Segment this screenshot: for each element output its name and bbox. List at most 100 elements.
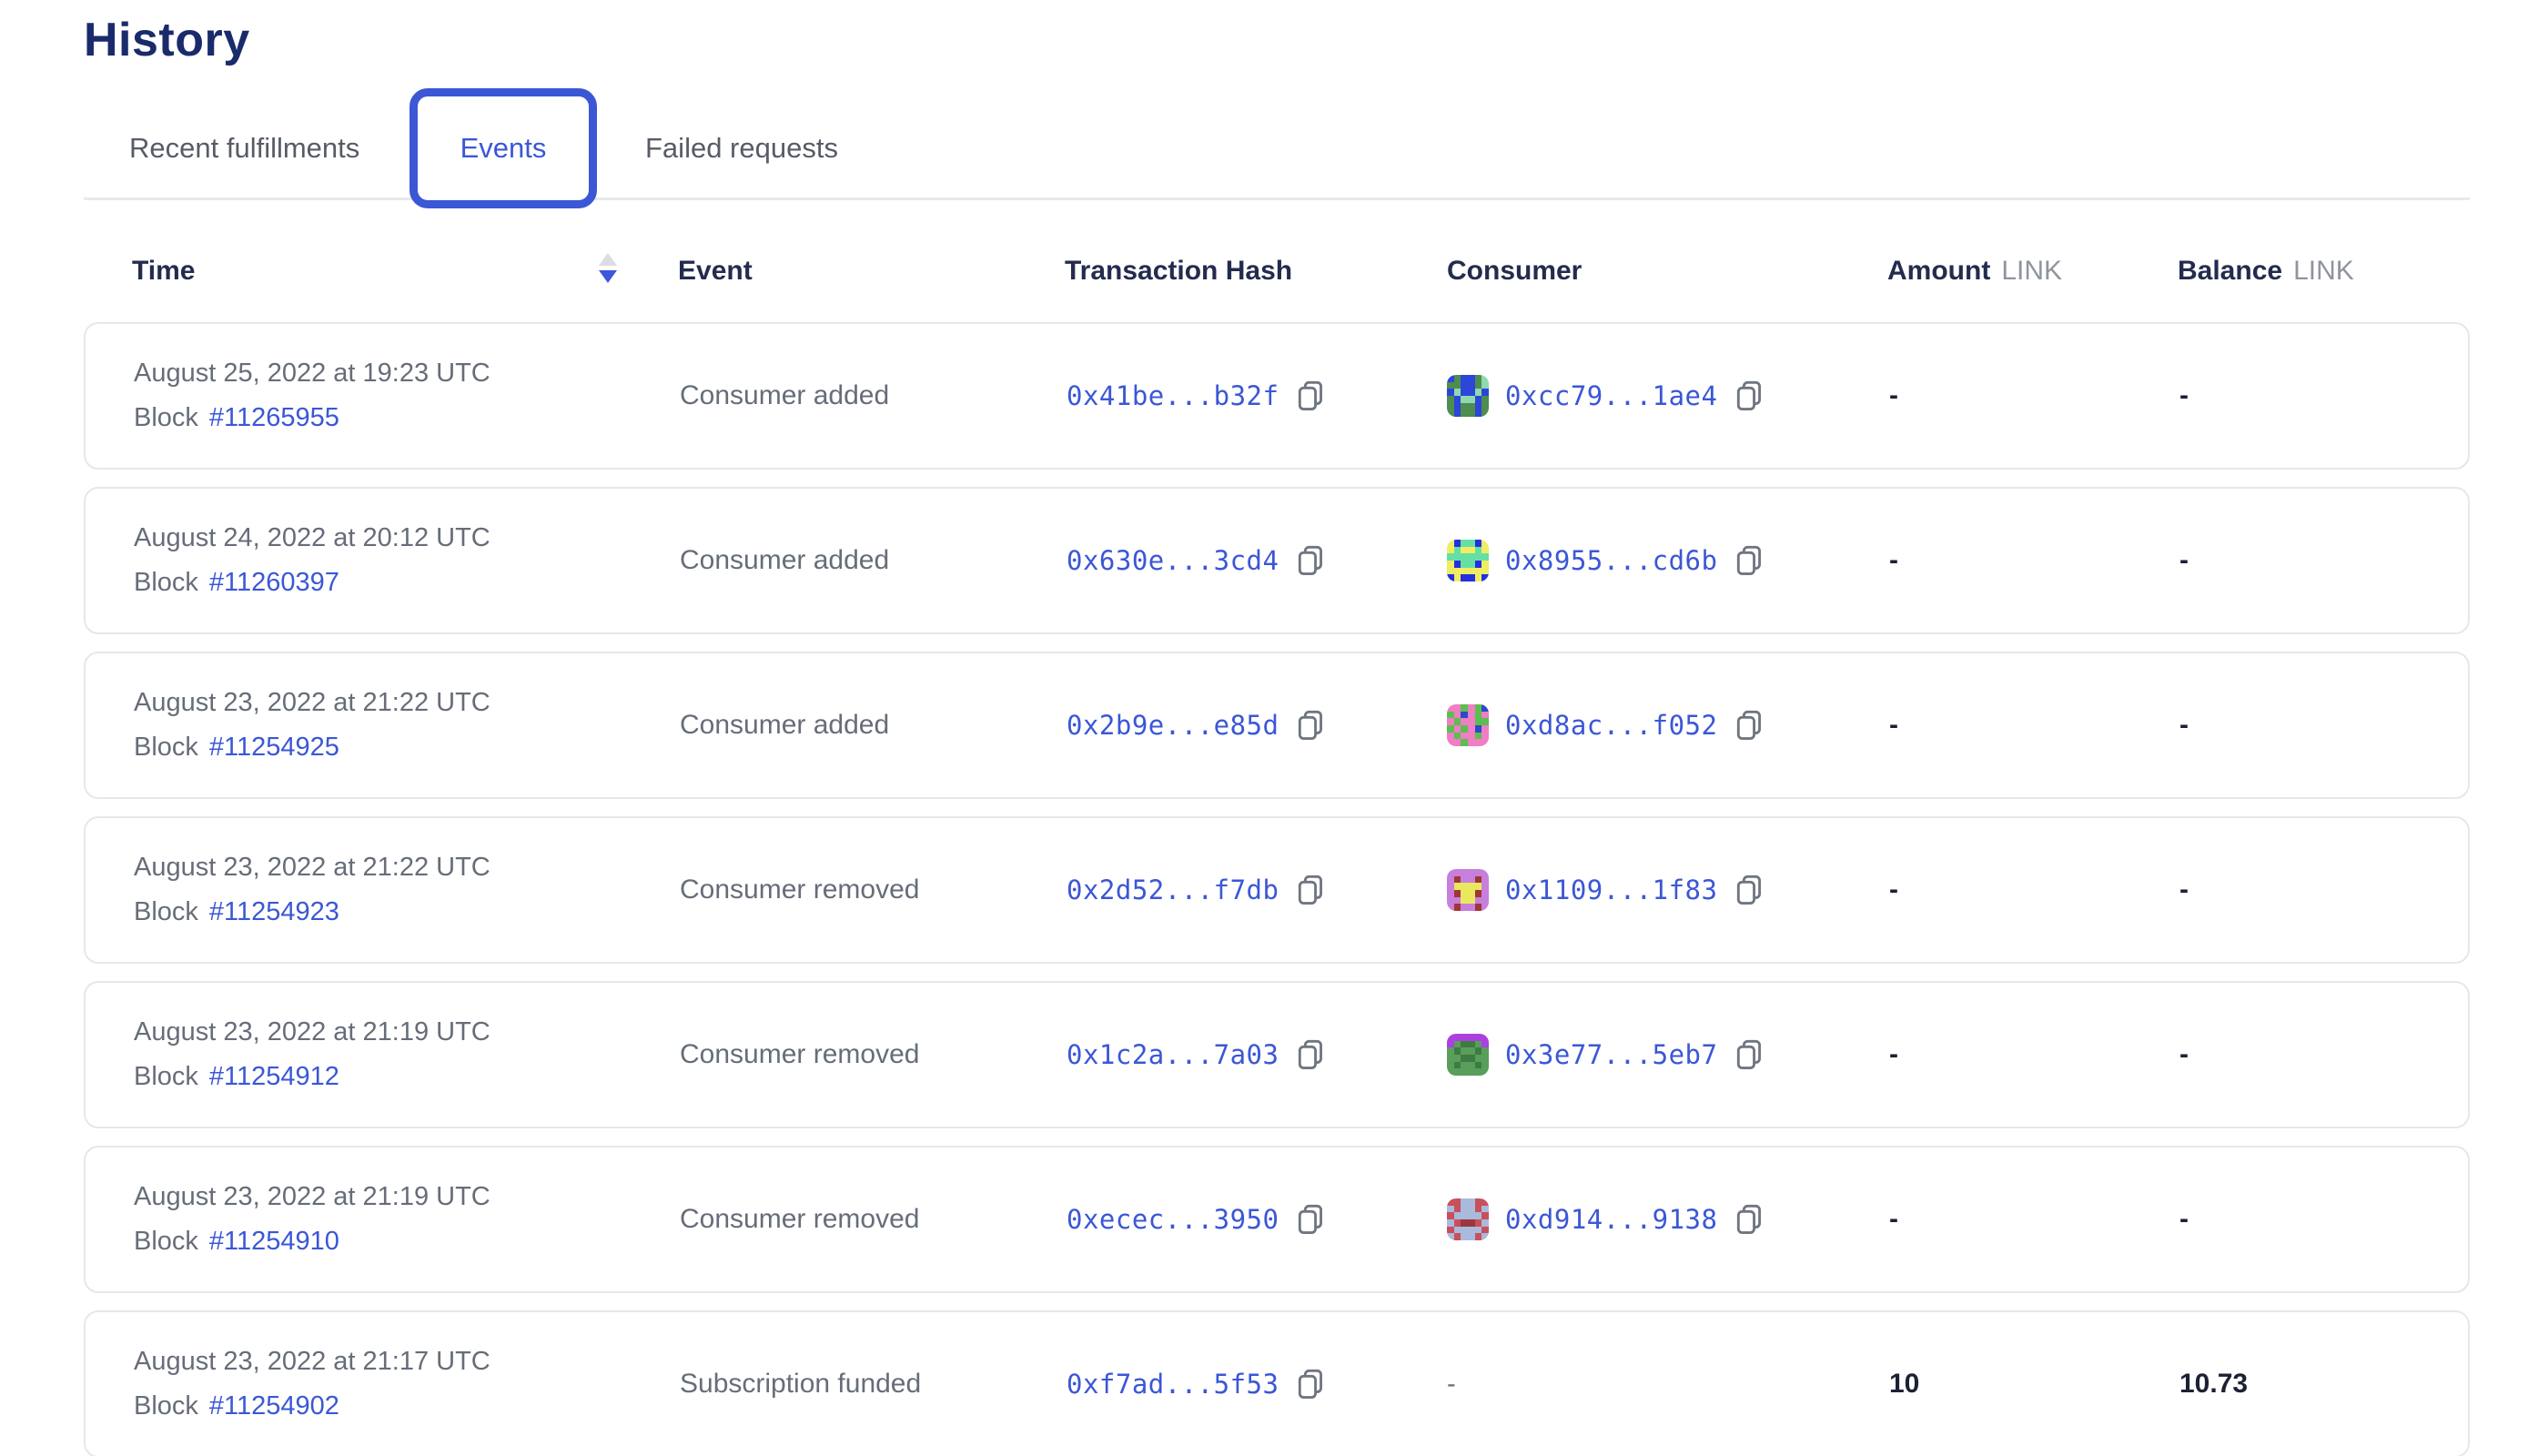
tab-events[interactable]: Events [410, 88, 597, 208]
copy-icon[interactable] [1297, 1368, 1324, 1400]
column-header-transaction-hash[interactable]: Transaction Hash [1065, 246, 1292, 297]
balance-cell: - [2179, 1148, 2189, 1291]
consumer-address-link[interactable]: 0x1109...1f83 [1505, 875, 1717, 905]
time-cell: August 23, 2022 at 21:17 UTC Block #1125… [134, 1312, 490, 1456]
amount-cell: 10 [1889, 1312, 1919, 1456]
copy-icon[interactable] [1735, 1203, 1763, 1236]
copy-icon[interactable] [1297, 874, 1324, 906]
event-timestamp: August 23, 2022 at 21:17 UTC [134, 1347, 490, 1377]
column-header-amount[interactable]: Amount LINK [1887, 246, 2062, 297]
block-number-link[interactable]: #11254910 [209, 1227, 339, 1257]
consumer-cell: 0x1109...1f83 [1447, 818, 1763, 962]
tab-recent-fulfillments[interactable]: Recent fulfillments [129, 88, 359, 208]
column-header-balance[interactable]: Balance LINK [2178, 246, 2354, 297]
consumer-address-link[interactable]: 0x3e77...5eb7 [1505, 1039, 1717, 1070]
event-cell: Consumer removed [680, 1148, 919, 1291]
consumer-address-link[interactable]: 0xd914...9138 [1505, 1204, 1717, 1235]
event-cell: Subscription funded [680, 1312, 921, 1456]
copy-icon[interactable] [1735, 379, 1763, 412]
balance-cell: - [2179, 653, 2189, 797]
consumer-avatar [1447, 540, 1489, 581]
time-cell: August 25, 2022 at 19:23 UTC Block #1126… [134, 324, 490, 468]
table-row: August 23, 2022 at 21:19 UTC Block #1125… [84, 1146, 2470, 1293]
copy-icon[interactable] [1735, 544, 1763, 577]
transaction-cell: 0xf7ad...5f53 [1067, 1312, 1324, 1456]
block-label: Block [134, 733, 198, 763]
copy-icon[interactable] [1735, 709, 1763, 742]
consumer-avatar [1447, 704, 1489, 746]
event-timestamp: August 23, 2022 at 21:19 UTC [134, 1017, 490, 1047]
page-title: History [84, 13, 250, 67]
block-number-link[interactable]: #11260397 [209, 568, 339, 598]
block-number-link[interactable]: #11254902 [209, 1391, 339, 1421]
block-line: Block #11265955 [134, 403, 339, 433]
event-timestamp: August 23, 2022 at 21:22 UTC [134, 853, 490, 883]
copy-icon[interactable] [1297, 1038, 1324, 1071]
amount-cell: - [1889, 1148, 1898, 1291]
balance-cell: - [2179, 818, 2189, 962]
consumer-address-link: - [1447, 1370, 1456, 1400]
transaction-hash-link[interactable]: 0x1c2a...7a03 [1067, 1039, 1279, 1070]
amount-cell: - [1889, 983, 1898, 1127]
consumer-cell: 0x8955...cd6b [1447, 489, 1763, 632]
transaction-hash-link[interactable]: 0x41be...b32f [1067, 380, 1279, 411]
tab-bar: Recent fulfillments Events Failed reques… [84, 88, 2470, 208]
block-label: Block [134, 568, 198, 598]
transaction-hash-link[interactable]: 0xf7ad...5f53 [1067, 1369, 1279, 1400]
column-header-time[interactable]: Time [132, 246, 195, 297]
copy-icon[interactable] [1735, 1038, 1763, 1071]
consumer-address-link[interactable]: 0xcc79...1ae4 [1505, 380, 1717, 411]
copy-icon[interactable] [1297, 1203, 1324, 1236]
amount-cell: - [1889, 818, 1898, 962]
consumer-avatar [1447, 1034, 1489, 1076]
table-row: August 23, 2022 at 21:17 UTC Block #1125… [84, 1310, 2470, 1456]
block-number-link[interactable]: #11254923 [209, 897, 339, 927]
block-line: Block #11254923 [134, 897, 339, 927]
block-number-link[interactable]: #11254912 [209, 1062, 339, 1092]
consumer-cell: 0xcc79...1ae4 [1447, 324, 1763, 468]
time-cell: August 23, 2022 at 21:22 UTC Block #1125… [134, 818, 490, 962]
event-cell: Consumer added [680, 489, 889, 632]
copy-icon[interactable] [1297, 709, 1324, 742]
consumer-address-link[interactable]: 0x8955...cd6b [1505, 545, 1717, 576]
transaction-cell: 0x630e...3cd4 [1067, 489, 1324, 632]
time-cell: August 23, 2022 at 21:19 UTC Block #1125… [134, 983, 490, 1127]
block-line: Block #11254902 [134, 1391, 339, 1421]
consumer-address-link[interactable]: 0xd8ac...f052 [1505, 710, 1717, 741]
consumer-cell: 0x3e77...5eb7 [1447, 983, 1763, 1127]
balance-unit-label: LINK [2293, 256, 2354, 287]
transaction-cell: 0x41be...b32f [1067, 324, 1324, 468]
block-label: Block [134, 403, 198, 433]
time-cell: August 24, 2022 at 20:12 UTC Block #1126… [134, 489, 490, 632]
tab-failed-requests[interactable]: Failed requests [645, 88, 838, 208]
event-cell: Consumer added [680, 653, 889, 797]
block-line: Block #11254912 [134, 1062, 339, 1092]
table-header: Time Event Transaction Hash Consumer Amo… [84, 246, 2470, 297]
copy-icon[interactable] [1297, 544, 1324, 577]
time-cell: August 23, 2022 at 21:19 UTC Block #1125… [134, 1148, 490, 1291]
block-label: Block [134, 1062, 198, 1092]
transaction-hash-link[interactable]: 0x2b9e...e85d [1067, 710, 1279, 741]
transaction-cell: 0x1c2a...7a03 [1067, 983, 1324, 1127]
sort-descending-icon[interactable] [599, 253, 617, 283]
consumer-avatar [1447, 869, 1489, 911]
table-row: August 24, 2022 at 20:12 UTC Block #1126… [84, 487, 2470, 634]
event-timestamp: August 25, 2022 at 19:23 UTC [134, 359, 490, 389]
block-number-link[interactable]: #11265955 [209, 403, 339, 433]
table-row: August 25, 2022 at 19:23 UTC Block #1126… [84, 322, 2470, 470]
block-label: Block [134, 1391, 198, 1421]
transaction-hash-link[interactable]: 0x630e...3cd4 [1067, 545, 1279, 576]
event-cell: Consumer removed [680, 818, 919, 962]
event-cell: Consumer removed [680, 983, 919, 1127]
column-header-event[interactable]: Event [678, 246, 753, 297]
column-header-consumer[interactable]: Consumer [1447, 246, 1582, 297]
transaction-hash-link[interactable]: 0xecec...3950 [1067, 1204, 1279, 1235]
block-label: Block [134, 897, 198, 927]
transaction-cell: 0xecec...3950 [1067, 1148, 1324, 1291]
transaction-hash-link[interactable]: 0x2d52...f7db [1067, 875, 1279, 905]
copy-icon[interactable] [1297, 379, 1324, 412]
copy-icon[interactable] [1735, 874, 1763, 906]
balance-cell: - [2179, 324, 2189, 468]
history-page: History Recent fulfillments Events Faile… [0, 0, 2528, 1456]
block-number-link[interactable]: #11254925 [209, 733, 339, 763]
